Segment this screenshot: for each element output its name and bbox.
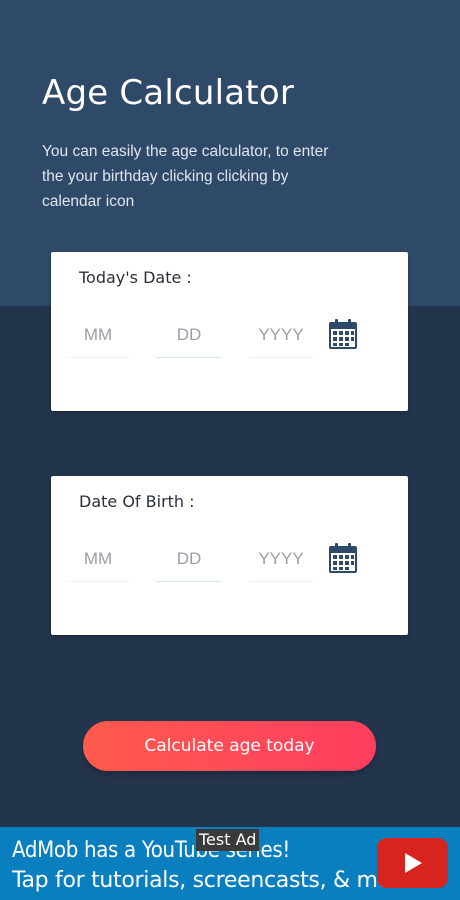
calendar-icon[interactable] xyxy=(327,542,359,574)
today-month-input[interactable] xyxy=(67,312,129,358)
today-year-input[interactable] xyxy=(249,312,313,358)
birth-year-input[interactable] xyxy=(249,536,313,582)
calculate-age-button[interactable]: Calculate age today xyxy=(83,721,376,771)
calendar-icon[interactable] xyxy=(327,318,359,350)
birth-date-label: Date Of Birth : xyxy=(79,492,195,511)
birth-month-input[interactable] xyxy=(67,536,129,582)
today-date-label: Today's Date : xyxy=(79,268,192,287)
test-ad-badge: Test Ad xyxy=(196,829,260,851)
page-title: Age Calculator xyxy=(42,73,295,113)
birth-day-input[interactable] xyxy=(157,536,221,582)
birth-date-card: Date Of Birth : xyxy=(51,476,408,635)
play-triangle-icon xyxy=(405,853,422,873)
today-day-input[interactable] xyxy=(157,312,221,358)
today-date-card: Today's Date : xyxy=(51,252,408,411)
ad-subline: Tap for tutorials, screencasts, & more. xyxy=(12,868,420,893)
youtube-play-icon[interactable] xyxy=(377,838,448,888)
page-description: You can easily the age calculator, to en… xyxy=(42,143,329,210)
